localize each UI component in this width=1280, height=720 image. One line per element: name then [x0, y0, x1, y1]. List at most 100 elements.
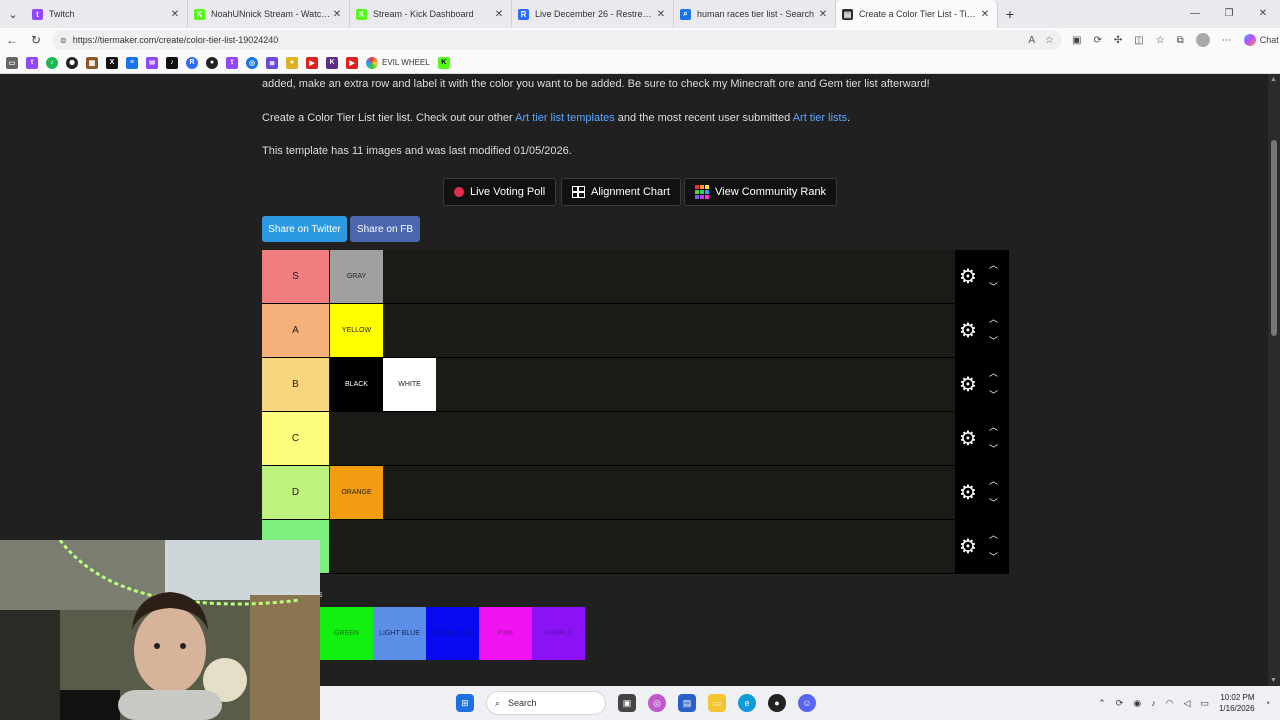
chevron-down-icon[interactable]: ﹀	[989, 498, 998, 508]
chevron-up-icon[interactable]: ︿	[989, 476, 998, 486]
restore-icon[interactable]: ❐	[1212, 0, 1246, 28]
gear-icon[interactable]: ⚙	[959, 483, 977, 503]
tray-app-icon[interactable]: ◉	[1133, 698, 1141, 709]
tab-close-icon[interactable]: ✕	[493, 9, 505, 20]
read-aloud-icon[interactable]: A	[1028, 35, 1035, 46]
chevron-down-icon[interactable]: ﹀	[989, 444, 998, 454]
page-scrollbar[interactable]: ▲ ▼	[1268, 74, 1280, 686]
url-field[interactable]: ⊜ https://tiermaker.com/create/color-tie…	[52, 30, 1062, 50]
chevron-down-icon[interactable]: ﹀	[989, 390, 998, 400]
tier-item-tile[interactable]: YELLOW	[330, 304, 383, 357]
art-tier-lists-link[interactable]: Art tier lists	[793, 112, 847, 124]
chevron-up-icon[interactable]: ︿	[989, 530, 998, 540]
tab-close-icon[interactable]: ✕	[331, 9, 343, 20]
task-view-icon[interactable]: ▣	[618, 694, 636, 712]
scroll-up-icon[interactable]: ▲	[1270, 76, 1277, 83]
tier-label[interactable]: B	[262, 358, 329, 411]
gear-icon[interactable]: ⚙	[959, 267, 977, 287]
tier-item-tile[interactable]: ORANGE	[330, 466, 383, 519]
bookmark-coin-icon[interactable]: ●	[286, 56, 298, 69]
copilot-button[interactable]: Chat	[1243, 34, 1279, 46]
collections-icon[interactable]: ⧉	[1177, 35, 1184, 46]
microphone-icon[interactable]: ♪	[1151, 698, 1156, 708]
tier-items-dropzone[interactable]: BLACK WHITE	[330, 358, 436, 411]
store-icon[interactable]: ▤	[678, 694, 696, 712]
bookmark-tiktok-icon[interactable]: ♪	[166, 56, 178, 69]
tier-item-tile[interactable]: BLACK	[330, 358, 383, 411]
network-icon[interactable]: ◠	[1166, 698, 1174, 709]
extensions-icon[interactable]: ▣	[1072, 35, 1081, 46]
gear-icon[interactable]: ⚙	[959, 537, 977, 557]
tier-item-tile[interactable]: GRAY	[330, 250, 383, 303]
tab-2[interactable]: K Stream - Kick Dashboard ✕	[350, 0, 512, 28]
unranked-item-tile[interactable]: PINK	[479, 607, 532, 660]
alignment-chart-button[interactable]: Alignment Chart	[561, 178, 681, 206]
tray-sync-icon[interactable]: ⟳	[1116, 698, 1124, 709]
bookmark-spotify-icon[interactable]: ♪	[46, 56, 58, 69]
clock[interactable]: 10:02 PM 1/16/2026	[1219, 692, 1255, 714]
copilot-taskbar-icon[interactable]: ◎	[648, 694, 666, 712]
unranked-item-tile[interactable]: PURPLE	[532, 607, 585, 660]
site-info-icon[interactable]: ⊜	[60, 36, 67, 45]
unranked-item-tile[interactable]: DARK BLUE	[426, 607, 479, 660]
tab-close-icon[interactable]: ✕	[655, 9, 667, 20]
obs-icon[interactable]: ●	[768, 694, 786, 712]
bookmark-evil-wheel[interactable]: EVIL WHEEL	[366, 56, 430, 69]
share-twitter-button[interactable]: Share on Twitter	[262, 216, 347, 242]
bookmark-twitch-icon[interactable]: t	[26, 56, 38, 69]
tier-label[interactable]: D	[262, 466, 329, 519]
battery-icon[interactable]: ▭	[1200, 698, 1209, 709]
scroll-down-icon[interactable]: ▼	[1270, 677, 1277, 684]
bookmark-x-icon[interactable]: X	[106, 56, 118, 69]
art-templates-link[interactable]: Art tier list templates	[515, 112, 615, 124]
reload-icon[interactable]: ↻	[24, 33, 48, 47]
tier-items-dropzone[interactable]: GRAY	[330, 250, 383, 303]
bookmark-mail-icon[interactable]: ✉	[146, 56, 158, 69]
bookmark-youtube-icon[interactable]: ▶	[306, 56, 318, 69]
tab-close-icon[interactable]: ✕	[817, 9, 829, 20]
close-window-icon[interactable]: ✕	[1246, 0, 1280, 28]
tier-label[interactable]: S	[262, 250, 329, 303]
tier-label[interactable]: C	[262, 412, 329, 465]
bookmark-kick-icon[interactable]: K	[326, 56, 338, 69]
gear-icon[interactable]: ⚙	[959, 321, 977, 341]
chevron-down-icon[interactable]: ﹀	[989, 336, 998, 346]
tier-items-dropzone[interactable]: YELLOW	[330, 304, 383, 357]
tier-item-tile[interactable]: WHITE	[383, 358, 436, 411]
file-explorer-icon[interactable]: ▭	[708, 694, 726, 712]
bookmark-kick-dashboard-icon[interactable]: K	[437, 56, 450, 69]
tier-label[interactable]: A	[262, 304, 329, 357]
tray-overflow-icon[interactable]: ⌃	[1098, 698, 1106, 709]
chevron-down-icon[interactable]: ﹀	[989, 282, 998, 292]
unranked-item-tile[interactable]: GREEN	[320, 607, 373, 660]
bookmark-apps-icon[interactable]: ▭	[6, 56, 18, 69]
unranked-item-tile[interactable]: LIGHT BLUE	[373, 607, 426, 660]
tab-4[interactable]: ⌕ human races tier list - Search ✕	[674, 0, 836, 28]
bookmark-restream-icon[interactable]: R	[186, 56, 198, 69]
share-facebook-button[interactable]: Share on FB	[350, 216, 420, 242]
bookmark-twitch-studio-icon[interactable]: t	[226, 56, 238, 69]
more-menu-icon[interactable]: ⋯	[1222, 35, 1232, 46]
favorites-icon[interactable]: ☆	[1156, 35, 1165, 46]
tab-close-icon[interactable]: ✕	[979, 9, 991, 20]
edge-browser-icon[interactable]: e	[738, 694, 756, 712]
tab-5[interactable]: ▤ Create a Color Tier List - TierMaker✕	[836, 0, 998, 28]
chevron-up-icon[interactable]: ︿	[989, 260, 998, 270]
bookmark-docs-icon[interactable]: ≡	[126, 56, 138, 69]
tab-0[interactable]: t Twitch ✕	[26, 0, 188, 28]
tab-actions-icon[interactable]: ⌄	[0, 0, 26, 28]
bookmark-notes-icon[interactable]: ≣	[266, 56, 278, 69]
chevron-up-icon[interactable]: ︿	[989, 368, 998, 378]
gear-icon[interactable]: ⚙	[959, 375, 977, 395]
back-icon[interactable]: ←	[0, 33, 24, 47]
new-tab-button[interactable]: +	[998, 6, 1022, 22]
puzzle-icon[interactable]: ✣	[1114, 35, 1122, 46]
discord-icon[interactable]: ☺	[798, 694, 816, 712]
chevron-up-icon[interactable]: ︿	[989, 314, 998, 324]
gear-icon[interactable]: ⚙	[959, 429, 977, 449]
bookmark-openai-icon[interactable]: ✺	[66, 56, 78, 69]
scroll-thumb[interactable]	[1271, 140, 1277, 336]
live-voting-poll-button[interactable]: Live Voting Poll	[443, 178, 557, 206]
profile-avatar[interactable]	[1195, 33, 1210, 47]
refresh-extension-icon[interactable]: ⟳	[1093, 35, 1101, 46]
